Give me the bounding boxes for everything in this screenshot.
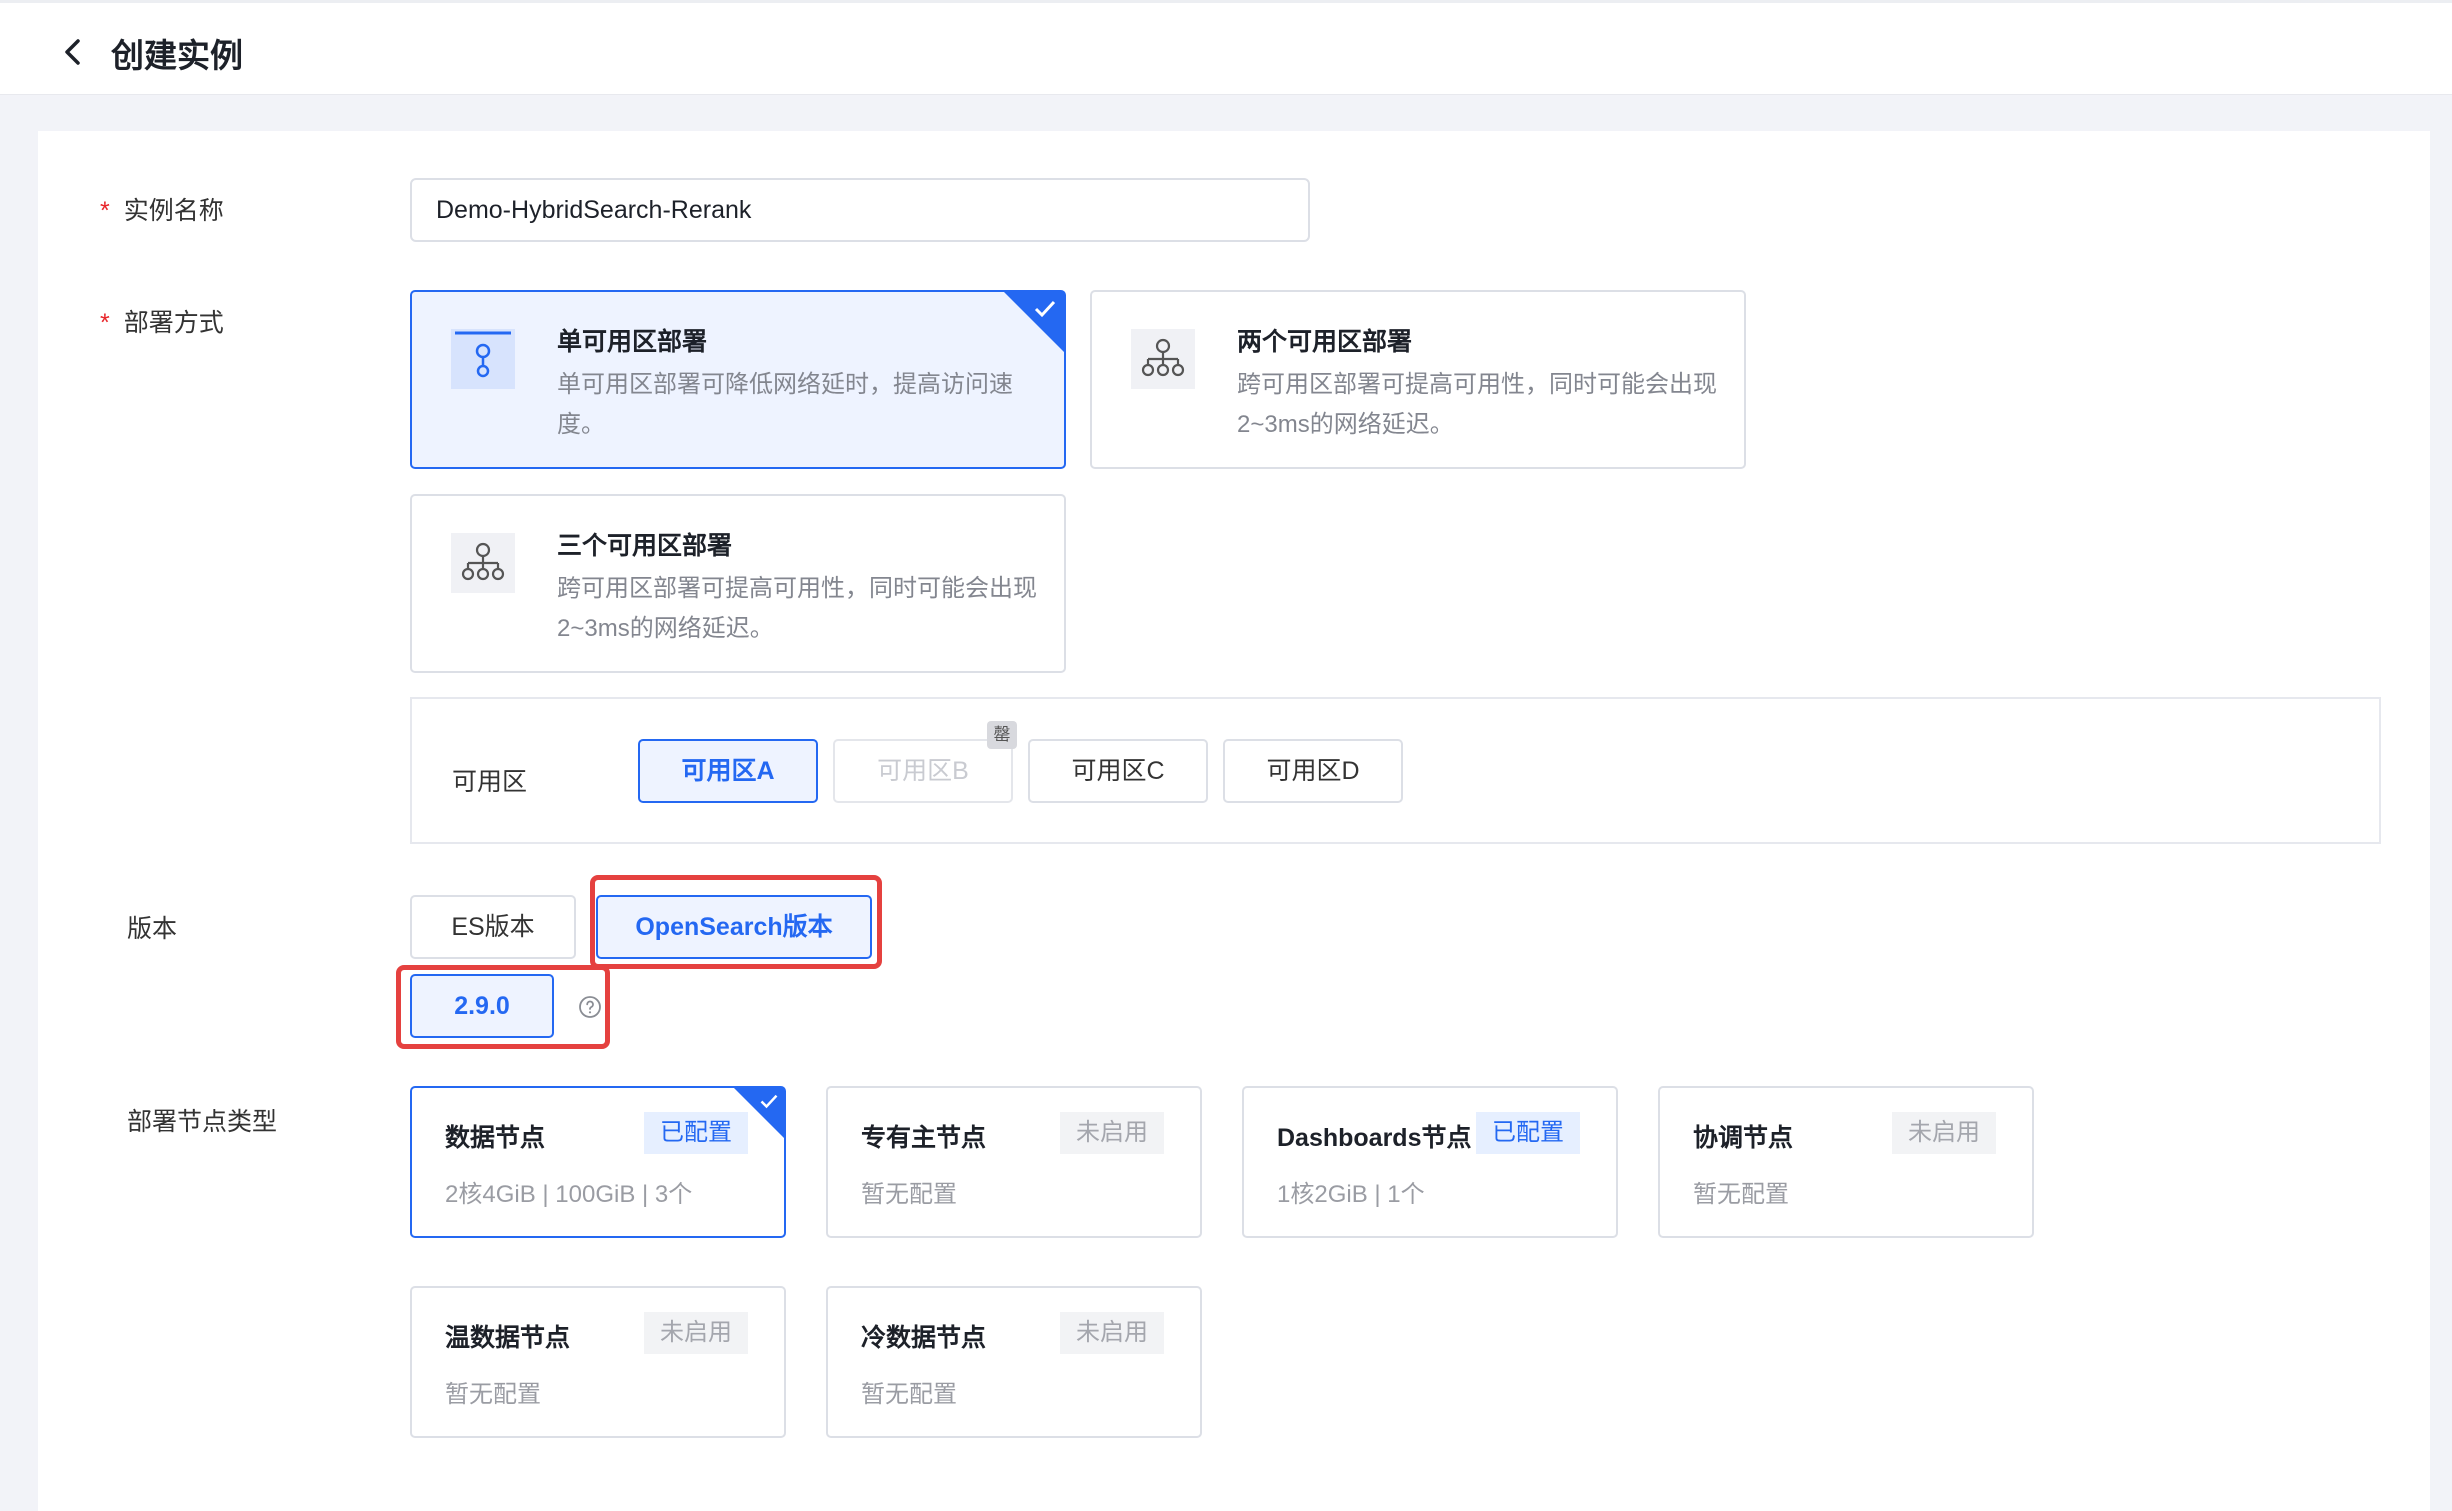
deploy-option-title: 三个可用区部署: [557, 532, 733, 560]
node-card-coordinating[interactable]: 协调节点 未启用 暂无配置: [1658, 1086, 2034, 1238]
single-zone-icon: [451, 329, 515, 389]
zone-c-button[interactable]: 可用区C: [1028, 739, 1208, 803]
instance-name-label: * 实例名称: [100, 197, 224, 225]
deploy-option-two-zones[interactable]: 两个可用区部署 跨可用区部署可提高可用性，同时可能会出现2~3ms的网络延迟。: [1090, 290, 1746, 469]
zone-d-button[interactable]: 可用区D: [1223, 739, 1403, 803]
zone-b-button[interactable]: 可用区B: [833, 739, 1013, 803]
two-zones-icon: [1131, 329, 1195, 389]
status-badge: 已配置: [1476, 1112, 1580, 1154]
instance-name-input[interactable]: Demo-HybridSearch-Rerank: [410, 178, 1310, 242]
node-card-warm-data[interactable]: 温数据节点 未启用 暂无配置: [410, 1286, 786, 1438]
top-bar: 创建实例: [0, 0, 2452, 95]
node-spec: 暂无配置: [445, 1381, 541, 1408]
node-name: Dashboards节点: [1277, 1124, 1472, 1152]
node-spec: 2核4GiB | 100GiB | 3个: [445, 1181, 693, 1208]
deploy-method-label: * 部署方式: [100, 309, 224, 337]
node-spec: 暂无配置: [861, 1181, 957, 1208]
highlight-box: [396, 965, 610, 1049]
three-zones-icon: [451, 533, 515, 593]
node-spec: 暂无配置: [861, 1381, 957, 1408]
zone-a-button[interactable]: 可用区A: [638, 739, 818, 803]
node-name: 温数据节点: [445, 1324, 571, 1352]
node-card-data[interactable]: 数据节点 已配置 2核4GiB | 100GiB | 3个: [410, 1086, 786, 1238]
zone-selector-panel: 可用区 可用区A 可用区B 罄 可用区C 可用区D: [410, 697, 2381, 844]
deploy-option-single-zone[interactable]: 单可用区部署 单可用区部署可降低网络延时，提高访问速度。: [410, 290, 1066, 469]
status-badge: 未启用: [1892, 1112, 1996, 1154]
required-mark: *: [100, 197, 110, 225]
zone-label: 可用区: [452, 768, 528, 796]
page-title: 创建实例: [111, 37, 243, 74]
back-arrow-icon[interactable]: [58, 33, 88, 71]
node-types-label: 部署节点类型: [127, 1108, 278, 1136]
node-name: 冷数据节点: [861, 1324, 987, 1352]
node-name: 专有主节点: [861, 1124, 987, 1152]
status-badge: 未启用: [1060, 1112, 1164, 1154]
deploy-option-desc: 跨可用区部署可提高可用性，同时可能会出现2~3ms的网络延迟。: [1237, 371, 1717, 438]
sold-out-badge: 罄: [987, 721, 1017, 749]
node-card-dashboards[interactable]: Dashboards节点 已配置 1核2GiB | 1个: [1242, 1086, 1618, 1238]
deploy-option-title: 单可用区部署: [557, 328, 708, 356]
node-name: 数据节点: [445, 1124, 546, 1152]
node-spec: 暂无配置: [1693, 1181, 1789, 1208]
check-icon: [760, 1094, 778, 1109]
node-card-cold-data[interactable]: 冷数据节点 未启用 暂无配置: [826, 1286, 1202, 1438]
highlight-box: [590, 875, 882, 969]
status-badge: 未启用: [644, 1312, 748, 1354]
status-badge: 已配置: [644, 1112, 748, 1154]
deploy-option-title: 两个可用区部署: [1237, 328, 1413, 356]
node-card-dedicated-master[interactable]: 专有主节点 未启用 暂无配置: [826, 1086, 1202, 1238]
deploy-option-three-zones[interactable]: 三个可用区部署 跨可用区部署可提高可用性，同时可能会出现2~3ms的网络延迟。: [410, 494, 1066, 673]
status-badge: 未启用: [1060, 1312, 1164, 1354]
node-name: 协调节点: [1693, 1124, 1794, 1152]
node-spec: 1核2GiB | 1个: [1277, 1181, 1425, 1208]
es-version-button[interactable]: ES版本: [410, 895, 576, 959]
deploy-option-desc: 单可用区部署可降低网络延时，提高访问速度。: [557, 371, 1013, 438]
version-label: 版本: [127, 915, 178, 943]
deploy-option-desc: 跨可用区部署可提高可用性，同时可能会出现2~3ms的网络延迟。: [557, 575, 1037, 642]
form-card: * 实例名称 Demo-HybridSearch-Rerank * 部署方式 单可用…: [38, 131, 2430, 1511]
check-icon: [1034, 300, 1056, 318]
required-mark: *: [100, 309, 110, 337]
